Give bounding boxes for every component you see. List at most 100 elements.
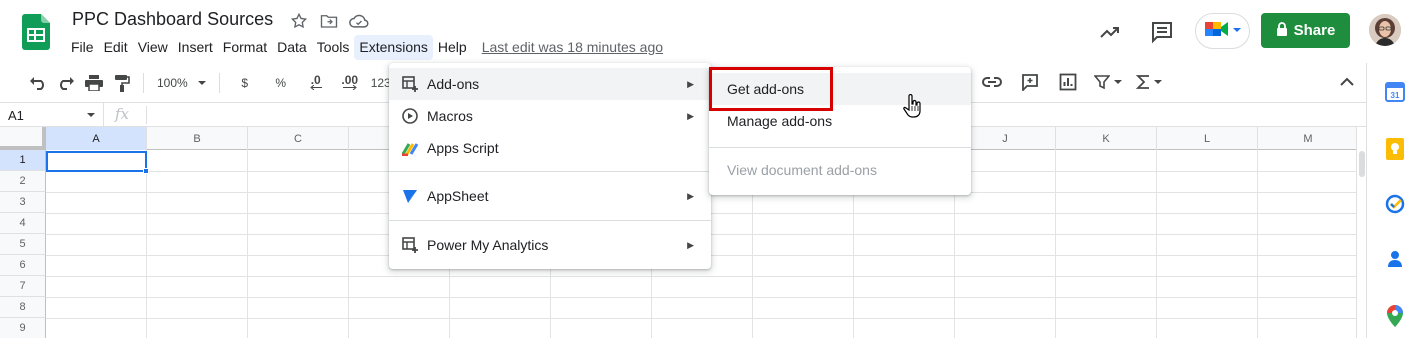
chevron-down-icon [1232,22,1242,40]
side-panel: 31 [1366,63,1420,338]
vertical-scrollbar[interactable] [1356,127,1366,338]
fx-icon: fx [115,105,130,123]
avatar[interactable] [1369,14,1401,46]
menu-divider [389,220,711,221]
fill-handle[interactable] [143,168,149,174]
row-header[interactable]: 4 [0,213,46,234]
meet-icon [1204,19,1230,44]
insert-comment-icon[interactable] [1018,70,1042,94]
comment-history-icon[interactable] [1150,20,1174,44]
menu-item-label: Add-ons [427,76,480,92]
add-ons-icon [401,75,419,93]
insert-link-icon[interactable] [980,70,1004,94]
maps-icon[interactable] [1384,305,1406,327]
name-box[interactable]: A1 [0,103,104,127]
filter-icon[interactable] [1094,70,1122,94]
chevron-down-icon [197,81,206,85]
column-header[interactable]: B [147,127,248,150]
toolbar-divider [218,73,220,93]
menu-item-power-my-analytics[interactable]: Power My Analytics ▶ [389,229,711,261]
insert-chart-icon[interactable] [1056,70,1080,94]
functions-icon[interactable] [1136,70,1162,94]
column-header[interactable]: A [46,127,147,150]
submenu-arrow-icon: ▶ [687,239,694,250]
apps-script-icon [401,139,419,157]
menu-item-apps-script[interactable]: Apps Script [389,132,711,164]
row-header[interactable]: 6 [0,255,46,276]
scrollbar-thumb[interactable] [1359,151,1365,177]
menu-extensions[interactable]: Extensions [354,34,433,60]
sheets-logo-icon[interactable] [22,14,50,50]
menu-item-add-ons[interactable]: Add-ons ▶ [389,68,711,100]
highlight-annotation-box [709,67,833,111]
column-header[interactable]: K [1056,127,1157,150]
move-folder-icon[interactable] [318,11,340,31]
menu-divider [709,147,971,148]
row-header[interactable]: 9 [0,318,46,338]
print-icon[interactable] [82,71,106,95]
menu-file[interactable]: File [66,35,99,60]
menu-item-appsheet[interactable]: AppSheet ▶ [389,180,711,212]
grid-line [247,150,248,338]
calendar-icon[interactable]: 31 [1384,81,1406,103]
grid-line [1257,150,1258,338]
more-formats-label: 123 [370,76,391,90]
chevron-down-icon [87,113,95,117]
grid-line [46,276,1356,277]
appsheet-icon [401,187,419,205]
grid-line [46,297,1356,298]
undo-icon[interactable] [26,71,50,95]
decrease-decimals-button[interactable]: .0 [304,71,328,95]
document-title[interactable]: PPC Dashboard Sources [72,9,273,30]
keep-icon[interactable] [1384,138,1406,160]
formula-divider [146,106,147,124]
row-header[interactable]: 1 [0,150,46,171]
currency-format-button[interactable]: $ [233,71,257,95]
paint-format-icon[interactable] [110,71,134,95]
cell-reference: A1 [8,107,24,123]
menu-item-macros[interactable]: Macros ▶ [389,100,711,132]
increase-decimals-label: .00 [341,73,359,87]
column-header[interactable]: L [1157,127,1258,150]
row-header[interactable]: 8 [0,297,46,318]
row-header[interactable]: 7 [0,276,46,297]
row-header[interactable]: 5 [0,234,46,255]
grid-line [348,150,349,338]
menu-data[interactable]: Data [272,35,312,60]
tasks-icon[interactable] [1384,193,1406,215]
last-edit-link[interactable]: Last edit was 18 minutes ago [482,39,663,55]
menu-help[interactable]: Help [433,35,472,60]
percent-format-button[interactable]: % [269,71,293,95]
menu-item-label: Power My Analytics [427,237,549,253]
right-arrow-icon [342,85,357,90]
star-icon[interactable] [288,11,310,31]
submenu-arrow-icon: ▶ [687,110,694,121]
zoom-select[interactable]: 100% [153,71,210,95]
menu-edit[interactable]: Edit [99,35,133,60]
row-header[interactable]: 3 [0,192,46,213]
grid-line [1156,150,1157,338]
menu-format[interactable]: Format [218,35,272,60]
power-my-analytics-icon [401,236,419,254]
cloud-status-icon[interactable] [348,11,370,31]
redo-icon[interactable] [54,71,78,95]
column-header[interactable]: M [1258,127,1356,150]
meet-button[interactable] [1195,13,1250,49]
menu-bar: File Edit View Insert Format Data Tools … [66,34,663,60]
activity-trend-icon[interactable] [1098,20,1122,44]
row-header[interactable]: 2 [0,171,46,192]
decrease-decimals-label: .0 [310,73,321,87]
zoom-value: 100% [157,76,188,90]
active-cell-a1[interactable] [46,151,147,172]
select-all-corner[interactable] [0,127,46,150]
column-header[interactable]: C [248,127,349,150]
menu-tools[interactable]: Tools [312,35,355,60]
submenu-arrow-icon: ▶ [687,190,694,201]
increase-decimals-button[interactable]: .00 [338,71,362,95]
contacts-icon[interactable] [1384,248,1406,270]
menu-view[interactable]: View [133,35,173,60]
menu-insert[interactable]: Insert [173,35,218,60]
collapse-menus-icon[interactable] [1337,72,1357,92]
share-button[interactable]: Share [1261,13,1350,48]
menu-divider [389,171,711,172]
